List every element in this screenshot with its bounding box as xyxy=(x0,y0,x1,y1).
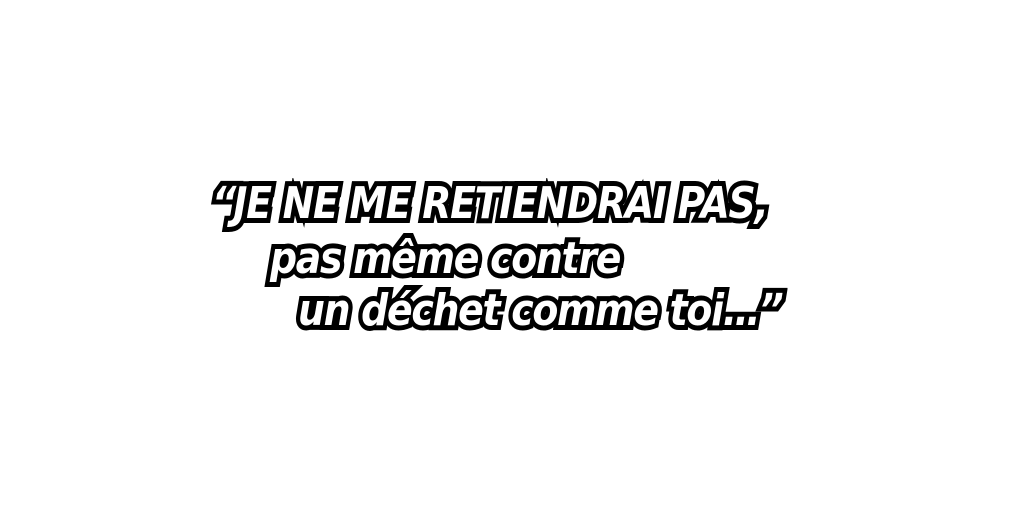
quote-text-block: “JE NE ME RETIENDRAI PAS, pas même contr… xyxy=(0,0,1024,512)
quote-line-2: pas même contre xyxy=(266,232,626,286)
quote-line-1: “JE NE ME RETIENDRAI PAS, xyxy=(208,177,773,231)
page: { "quote": { "lines": [ "“JE NE ME RETIE… xyxy=(0,0,1024,512)
quote-line-3: un déchet comme toi…” xyxy=(294,284,788,338)
